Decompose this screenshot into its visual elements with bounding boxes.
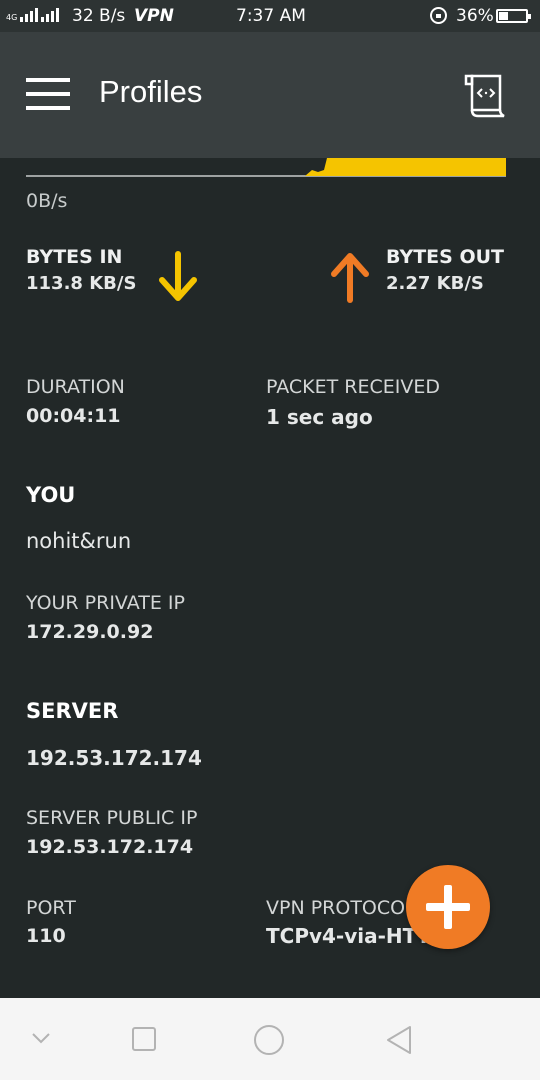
- log-icon[interactable]: [462, 72, 508, 118]
- home-button[interactable]: [253, 1024, 285, 1056]
- network-type: 4G: [6, 13, 18, 22]
- server-public-ip-label: SERVER PUBLIC IP: [26, 807, 198, 829]
- add-profile-button[interactable]: [406, 865, 490, 949]
- status-bar: 4G 32 B/s VPN 7:37 AM 36%: [0, 0, 540, 32]
- page-title: Profiles: [99, 74, 203, 109]
- bytes-out-label: BYTES OUT: [386, 246, 504, 268]
- chevron-down-icon[interactable]: [30, 1030, 52, 1046]
- menu-icon[interactable]: [26, 78, 70, 110]
- navigation-bar: [0, 998, 540, 1080]
- arrow-up-icon: [331, 253, 369, 303]
- graph-in-area: [305, 158, 506, 176]
- duration-value: 00:04:11: [26, 405, 121, 427]
- you-heading: YOU: [26, 483, 76, 507]
- bytes-out-value: 2.27 KB/S: [386, 273, 484, 294]
- duration-label: DURATION: [26, 376, 125, 398]
- vpn-protocol-label: VPN PROTOCOL: [266, 897, 416, 919]
- signal-icon: 4G: [6, 8, 60, 22]
- rotation-lock-icon: [430, 7, 447, 24]
- port-label: PORT: [26, 897, 76, 919]
- clock: 7:37 AM: [236, 6, 306, 26]
- bytes-in-label: BYTES IN: [26, 246, 123, 268]
- private-ip-label: YOUR PRIVATE IP: [26, 592, 185, 614]
- battery-percent: 36%: [456, 6, 494, 26]
- vpn-indicator: VPN: [134, 6, 174, 26]
- packet-received-label: PACKET RECEIVED: [266, 376, 440, 398]
- server-public-ip-value: 192.53.172.174: [26, 836, 194, 858]
- bytes-in-value: 113.8 KB/S: [26, 273, 137, 294]
- recent-apps-button[interactable]: [131, 1026, 157, 1052]
- back-button[interactable]: [384, 1024, 414, 1056]
- you-name: nohit&run: [26, 529, 132, 553]
- graph-speed-label: 0B/s: [26, 190, 68, 212]
- network-speed: 32 B/s: [72, 6, 126, 26]
- battery-icon: [496, 9, 531, 23]
- server-heading: SERVER: [26, 699, 119, 723]
- traffic-graph: [26, 158, 506, 177]
- arrow-down-icon: [159, 251, 197, 301]
- server-name: 192.53.172.174: [26, 746, 202, 770]
- private-ip-value: 172.29.0.92: [26, 621, 154, 643]
- port-value: 110: [26, 925, 66, 947]
- app-bar: Profiles: [0, 32, 540, 158]
- packet-received-value: 1 sec ago: [266, 405, 373, 429]
